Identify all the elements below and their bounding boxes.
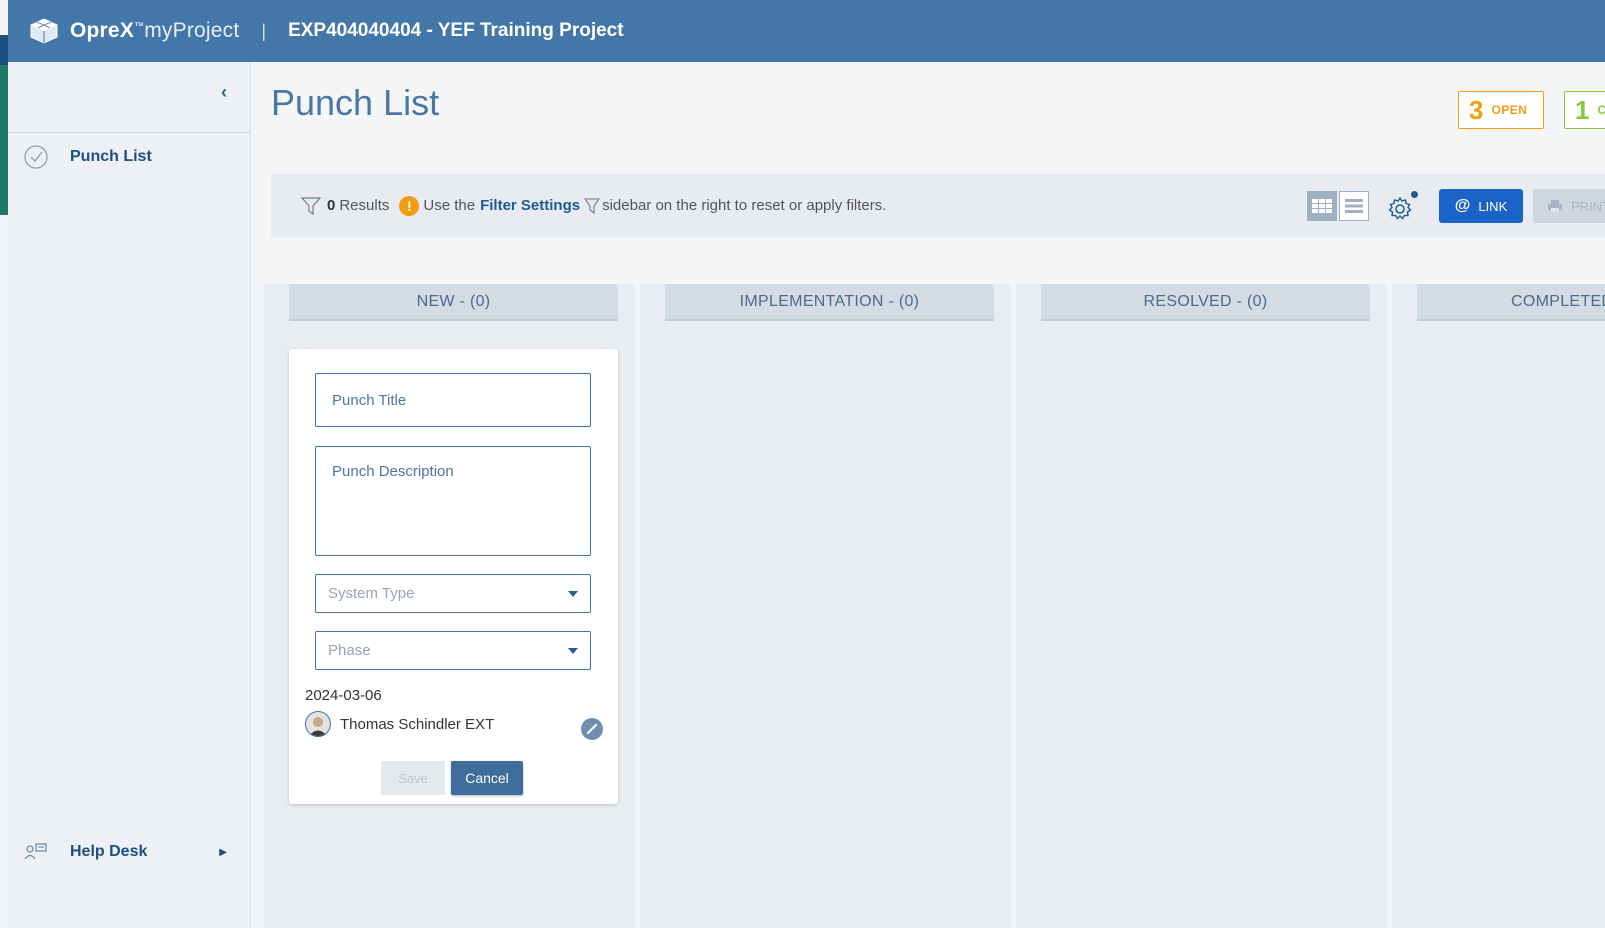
filter-message-suffix: sidebar on the right to reset or apply f… [602, 197, 887, 214]
save-button[interactable]: Save [381, 761, 445, 795]
sidebar-item-label: Punch List [70, 148, 152, 165]
main-content: Punch List 3 OPEN 1 C 0 Results ! Use th… [252, 62, 1605, 928]
phase-select[interactable]: Phase [315, 631, 591, 670]
column-new: NEW - (0) System Type Phase 2024-03-06 [264, 284, 634, 928]
column-body [1392, 323, 1605, 928]
brand-name[interactable]: OpreX™myProject [70, 19, 239, 43]
header-separator: | [261, 20, 267, 41]
user-name: Thomas Schindler EXT [340, 715, 495, 733]
list-icon [1345, 199, 1363, 213]
link-button[interactable]: @ LINK [1439, 189, 1523, 223]
caret-right-icon: ▶ [219, 846, 227, 858]
column-implementation: IMPLEMENTATION - (0) [640, 284, 1010, 928]
grid-view-button[interactable] [1307, 191, 1337, 221]
results-label: Results [339, 197, 390, 214]
page-title: Punch List [271, 82, 440, 123]
notification-dot [1411, 191, 1418, 198]
filter-icon [584, 197, 601, 215]
users-help-icon [22, 838, 50, 866]
filter-bar: 0 Results ! Use the Filter Settings side… [271, 174, 1605, 237]
sidebar-item-punch-list[interactable]: Punch List [8, 137, 251, 177]
column-body [640, 323, 1010, 928]
print-button[interactable]: PRINT [1533, 189, 1605, 223]
oprex-logo-icon[interactable] [28, 17, 60, 45]
info-icon: ! [399, 195, 420, 216]
caret-down-icon [568, 647, 578, 654]
sidebar: ‹ Punch List Help Desk ▶ [8, 62, 251, 928]
cancel-button[interactable]: Cancel [451, 761, 523, 795]
column-body: System Type Phase 2024-03-06 Thomas Schi… [264, 323, 634, 928]
system-type-select[interactable]: System Type [315, 574, 591, 613]
desktop-edge [0, 0, 8, 928]
open-count-badge[interactable]: 3 OPEN [1458, 91, 1544, 129]
edit-user-icon[interactable] [581, 718, 603, 740]
column-header[interactable]: RESOLVED - (0) [1041, 284, 1370, 321]
sidebar-item-help-desk[interactable]: Help Desk ▶ [8, 832, 251, 872]
column-completed: COMPLETED - (0) [1392, 284, 1605, 928]
app-header: OpreX™myProject | EXP404040404 - YEF Tra… [8, 0, 1605, 62]
punch-date: 2024-03-06 [305, 687, 382, 704]
list-view-button[interactable] [1339, 191, 1369, 221]
avatar [305, 711, 331, 737]
project-title: EXP404040404 - YEF Training Project [288, 20, 624, 41]
column-header[interactable]: NEW - (0) [289, 284, 618, 321]
chevron-left-icon[interactable]: ‹ [216, 83, 232, 101]
caret-down-icon [568, 590, 578, 597]
assigned-user: Thomas Schindler EXT [305, 711, 494, 737]
column-body [1016, 323, 1386, 928]
filter-icon [300, 196, 322, 216]
grid-icon [1312, 199, 1332, 213]
filter-message-prefix: Use the [423, 197, 476, 214]
closed-count-badge[interactable]: 1 C [1564, 91, 1605, 129]
column-header[interactable]: COMPLETED - (0) [1417, 284, 1605, 321]
filter-settings-link[interactable]: Filter Settings [480, 197, 580, 214]
column-header[interactable]: IMPLEMENTATION - (0) [665, 284, 994, 321]
results-count: 0 [327, 197, 336, 214]
printer-icon [1548, 200, 1562, 212]
column-resolved: RESOLVED - (0) [1016, 284, 1386, 928]
sidebar-divider [8, 132, 251, 133]
new-punch-card: System Type Phase 2024-03-06 Thomas Schi… [289, 349, 618, 804]
punch-description-input[interactable] [316, 447, 590, 555]
punch-title-input[interactable] [316, 374, 590, 426]
at-icon: @ [1454, 197, 1471, 214]
check-circle-icon [22, 143, 50, 171]
punch-title-field[interactable] [315, 373, 591, 427]
punch-description-field[interactable] [315, 446, 591, 556]
settings-gear-icon[interactable] [1386, 191, 1418, 223]
sidebar-item-label: Help Desk [70, 843, 148, 860]
